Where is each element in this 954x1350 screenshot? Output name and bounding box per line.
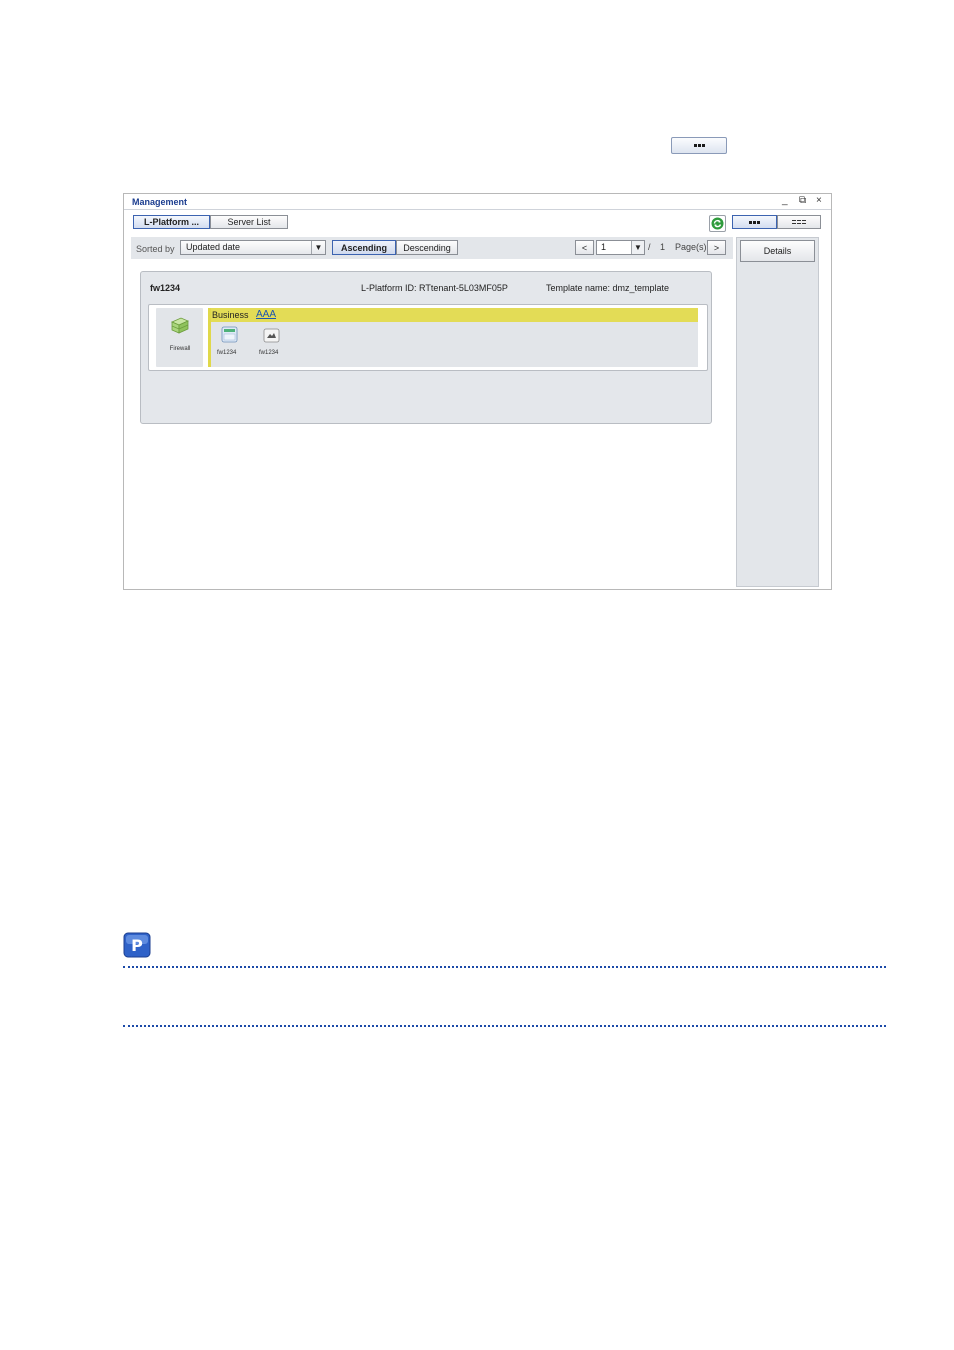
tile-view-icon — [749, 220, 760, 224]
window-title: Management — [132, 197, 188, 207]
tile-view-button[interactable] — [732, 215, 777, 229]
firewall-node[interactable] — [156, 308, 203, 367]
chevron-down-icon: ▼ — [631, 241, 644, 254]
minimize-icon[interactable]: _ — [782, 195, 788, 206]
close-icon[interactable]: × — [816, 195, 822, 206]
disk-image-icon[interactable] — [263, 328, 280, 343]
note-top-divider — [123, 966, 886, 968]
tile-view-icon — [693, 144, 705, 147]
sorted-by-label: Sorted by — [136, 244, 175, 254]
segment-name-link[interactable]: AAA — [256, 309, 276, 320]
list-view-icon — [792, 220, 806, 224]
lplatform-id: L-Platform ID: RTtenant-5L03MF05P — [361, 283, 508, 293]
next-page-button[interactable]: > — [707, 240, 726, 255]
sort-field-value: Updated date — [186, 242, 241, 252]
page-select[interactable]: 1 ▼ — [596, 240, 645, 255]
lplatform-name: fw1234 — [150, 283, 181, 293]
server-icon[interactable] — [221, 326, 238, 343]
segment-type-label: Business — [212, 310, 249, 320]
list-view-button[interactable] — [777, 215, 821, 229]
descending-button[interactable]: Descending — [396, 240, 458, 255]
previous-page-button[interactable]: < — [575, 240, 594, 255]
note-bottom-divider — [123, 1025, 886, 1027]
firewall-label: Firewall — [169, 346, 191, 352]
sort-field-select[interactable]: Updated date ▼ — [180, 240, 326, 255]
refresh-icon[interactable] — [709, 215, 726, 232]
restore-icon[interactable]: ⧉ — [799, 195, 806, 206]
title-divider — [124, 209, 831, 210]
tile-view-button-reference — [671, 137, 727, 154]
lplatform-template: Template name: dmz_template — [546, 283, 670, 293]
chevron-down-icon: ▼ — [311, 241, 325, 254]
server-label: fw1234 — [259, 350, 279, 356]
page-suffix-label: Page(s) — [675, 242, 707, 252]
details-button[interactable]: Details — [740, 240, 815, 262]
point-icon: P — [123, 932, 153, 961]
page-separator: / — [648, 242, 651, 252]
page-total: 1 — [660, 242, 666, 252]
segment-header — [211, 308, 698, 322]
details-pane — [736, 237, 819, 587]
ascending-button[interactable]: Ascending — [332, 240, 396, 255]
tab-lplatform[interactable]: L-Platform ... — [133, 215, 210, 229]
svg-text:P: P — [131, 936, 143, 955]
management-window: Management _ ⧉ × L-Platform ... Server L… — [123, 193, 832, 590]
firewall-icon — [171, 317, 189, 334]
page-current-value: 1 — [601, 242, 607, 252]
server-label: fw1234 — [217, 350, 237, 356]
tab-server-list[interactable]: Server List — [210, 215, 288, 229]
